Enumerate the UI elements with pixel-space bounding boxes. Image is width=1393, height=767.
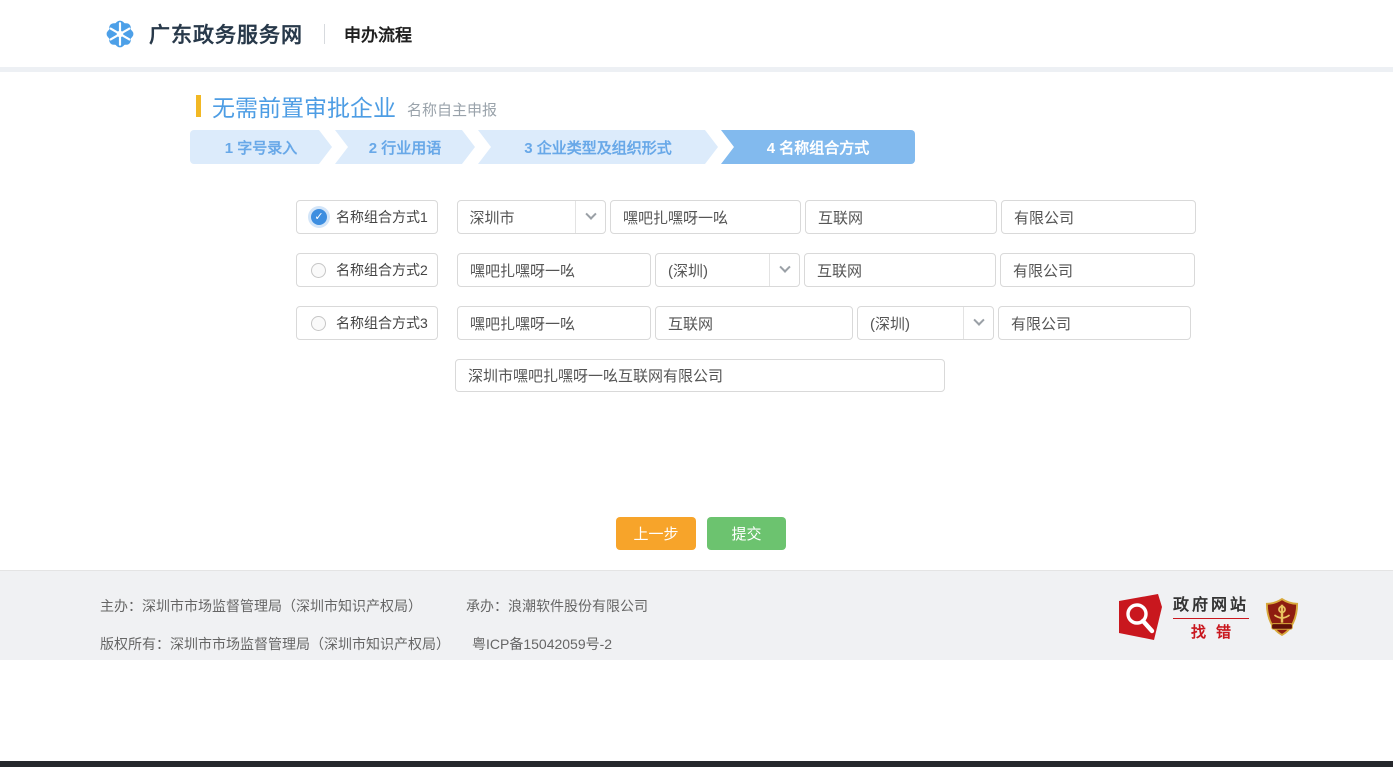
badge-divider — [1173, 618, 1249, 619]
row1-orgform-input[interactable] — [1001, 200, 1196, 234]
host-label: 主办： — [100, 598, 142, 614]
site-error-report-badge[interactable]: 政府网站 找错 — [1118, 591, 1249, 642]
badge-line1: 政府网站 — [1173, 591, 1249, 615]
page-nav-title: 申办流程 — [344, 21, 412, 46]
copyright-label: 版权所有： — [100, 636, 170, 652]
action-buttons: 上一步 提交 — [616, 517, 1200, 550]
row3-region-select[interactable]: (深圳) — [857, 306, 994, 340]
radio-unchecked-icon — [311, 316, 326, 331]
option-1-label: 名称组合方式1 — [336, 207, 428, 227]
cyber-police-badge-icon[interactable] — [1265, 598, 1299, 636]
header: 广东政务服务网 申办流程 — [0, 0, 1393, 67]
tab-step-4-active[interactable]: 4 名称组合方式 — [721, 130, 915, 164]
site-logo[interactable]: 广东政务服务网 — [102, 16, 303, 52]
step-tabs: 1 字号录入 2 行业用语 3 企业类型及组织形式 4 名称组合方式 — [190, 130, 1200, 164]
row2-orgform-input[interactable] — [1000, 253, 1195, 287]
badge-line2: 找错 — [1173, 621, 1249, 642]
option-2-radio[interactable]: 名称组合方式2 — [296, 253, 438, 287]
pinwheel-logo-icon — [102, 16, 138, 52]
radio-unchecked-icon — [311, 263, 326, 278]
page-title-row: 无需前置审批企业 名称自主申报 — [196, 91, 1200, 121]
row1-region-select[interactable]: 深圳市 — [457, 200, 606, 234]
footer: 主办：深圳市市场监督管理局（深圳市知识产权局）承办：浪潮软件股份有限公司 版权所… — [0, 570, 1393, 660]
previous-step-button[interactable]: 上一步 — [616, 517, 696, 550]
option-1-checkbox[interactable]: ✓ 名称组合方式1 — [296, 200, 438, 234]
site-error-badge-text: 政府网站 找错 — [1173, 591, 1249, 642]
name-combination-form: ✓ 名称组合方式1 深圳市 名称组合方式2 (深圳) — [296, 200, 1200, 340]
icp-number: 粤ICP备15042059号-2 — [472, 636, 612, 652]
row3-industry-input[interactable] — [655, 306, 853, 340]
page-title: 无需前置审批企业 — [212, 89, 396, 123]
chevron-down-icon — [575, 201, 605, 233]
row3-region-value: (深圳) — [858, 307, 963, 339]
combination-row-3: 名称组合方式3 (深圳) — [296, 306, 1200, 340]
chevron-down-icon — [769, 254, 799, 286]
main-content: 无需前置审批企业 名称自主申报 1 字号录入 2 行业用语 3 企业类型及组织形… — [0, 72, 1393, 570]
row2-industry-input[interactable] — [804, 253, 996, 287]
tab-step-3[interactable]: 3 企业类型及组织形式 — [478, 130, 718, 164]
check-icon: ✓ — [311, 209, 327, 225]
full-company-name-input[interactable] — [455, 359, 945, 392]
site-error-flag-icon — [1118, 593, 1164, 641]
bottom-spacer — [0, 660, 1393, 761]
row3-orgform-input[interactable] — [998, 306, 1191, 340]
organizer-label: 承办： — [466, 598, 508, 614]
host-value: 深圳市市场监督管理局（深圳市知识产权局） — [142, 598, 422, 614]
chevron-down-icon — [963, 307, 993, 339]
tab-step-1[interactable]: 1 字号录入 — [190, 130, 332, 164]
row2-region-select[interactable]: (深圳) — [655, 253, 800, 287]
row1-tradename-input[interactable] — [610, 200, 801, 234]
row1-industry-input[interactable] — [805, 200, 997, 234]
page-subtitle: 名称自主申报 — [407, 92, 497, 120]
bottom-bar — [0, 761, 1393, 767]
row3-tradename-input[interactable] — [457, 306, 651, 340]
option-3-label: 名称组合方式3 — [336, 313, 428, 333]
submit-button[interactable]: 提交 — [707, 517, 786, 550]
organizer-value: 浪潮软件股份有限公司 — [508, 598, 648, 614]
option-2-label: 名称组合方式2 — [336, 260, 428, 280]
copyright-value: 深圳市市场监督管理局（深圳市知识产权局） — [170, 636, 450, 652]
option-3-radio[interactable]: 名称组合方式3 — [296, 306, 438, 340]
full-name-row — [455, 359, 1200, 392]
row2-region-value: (深圳) — [656, 254, 769, 286]
header-divider — [324, 24, 325, 44]
row1-region-value: 深圳市 — [458, 201, 575, 233]
combination-row-2: 名称组合方式2 (深圳) — [296, 253, 1200, 287]
tab-step-2[interactable]: 2 行业用语 — [335, 130, 475, 164]
brand-title: 广东政务服务网 — [149, 19, 303, 49]
title-marker — [196, 95, 201, 117]
footer-badges: 政府网站 找错 — [1118, 591, 1299, 642]
combination-row-1: ✓ 名称组合方式1 深圳市 — [296, 200, 1200, 234]
row2-tradename-input[interactable] — [457, 253, 651, 287]
